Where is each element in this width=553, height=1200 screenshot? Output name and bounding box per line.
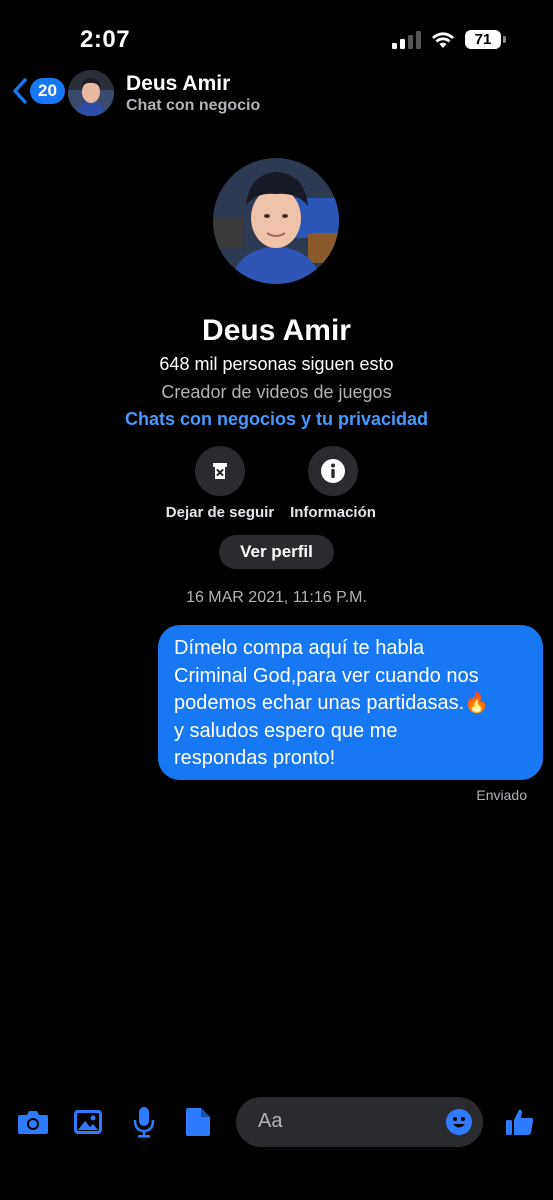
camera-button[interactable] [15, 1104, 51, 1140]
signal-icon [392, 30, 421, 49]
profile-category: Creador de videos de juegos [161, 382, 392, 402]
info-button[interactable]: Información [273, 446, 393, 521]
message-line: respondas pronto! [174, 747, 336, 769]
message-input[interactable] [256, 1109, 440, 1134]
profile-followers: 648 mil personas siguen esto [159, 354, 394, 374]
microphone-button[interactable] [126, 1104, 162, 1140]
message-status: Enviado [476, 787, 527, 803]
unfollow-icon [213, 463, 227, 479]
unfollow-label: Dejar de seguir [165, 504, 275, 521]
like-icon [506, 1109, 534, 1135]
sent-message-bubble[interactable]: Dímelo compa aquí te habla Criminal God,… [158, 625, 543, 780]
status-icons: 71 [392, 30, 506, 49]
profile-name: Deus Amir [202, 314, 351, 347]
file-icon [186, 1108, 210, 1136]
message-timestamp: 16 MAR 2021, 11:16 P.M. [186, 589, 367, 606]
message-line: Criminal God,para ver cuando nos [174, 664, 479, 687]
info-label: Información [290, 504, 376, 521]
message-line: podemos echar unas partidasas.🔥 [174, 692, 490, 714]
message-line: y saludos espero que me [174, 719, 398, 742]
message-line: Dímelo compa aquí te habla [174, 637, 425, 659]
back-button[interactable]: 20 [12, 78, 65, 104]
unfollow-button[interactable]: Dejar de seguir [160, 446, 280, 521]
unread-count-badge: 20 [30, 78, 65, 104]
battery-icon: 71 [465, 30, 506, 49]
header-title[interactable]: Deus Amir [126, 72, 230, 96]
info-icon [321, 459, 345, 483]
gallery-icon [74, 1110, 102, 1134]
emoji-icon[interactable] [445, 1108, 473, 1136]
profile-avatar[interactable] [213, 158, 339, 284]
view-profile-button[interactable]: Ver perfil [219, 535, 334, 569]
status-time: 2:07 [80, 26, 131, 53]
privacy-link[interactable]: Chats con negocios y tu privacidad [0, 409, 553, 430]
header-subtitle: Chat con negocio [126, 97, 261, 114]
like-button[interactable] [502, 1104, 538, 1140]
gallery-button[interactable] [70, 1104, 106, 1140]
file-button[interactable] [180, 1104, 216, 1140]
camera-icon [18, 1111, 48, 1134]
header-avatar[interactable] [68, 70, 114, 116]
wifi-icon [432, 31, 454, 48]
chevron-left-icon [13, 78, 27, 104]
message-input-container[interactable] [236, 1097, 483, 1147]
microphone-icon [133, 1107, 155, 1138]
